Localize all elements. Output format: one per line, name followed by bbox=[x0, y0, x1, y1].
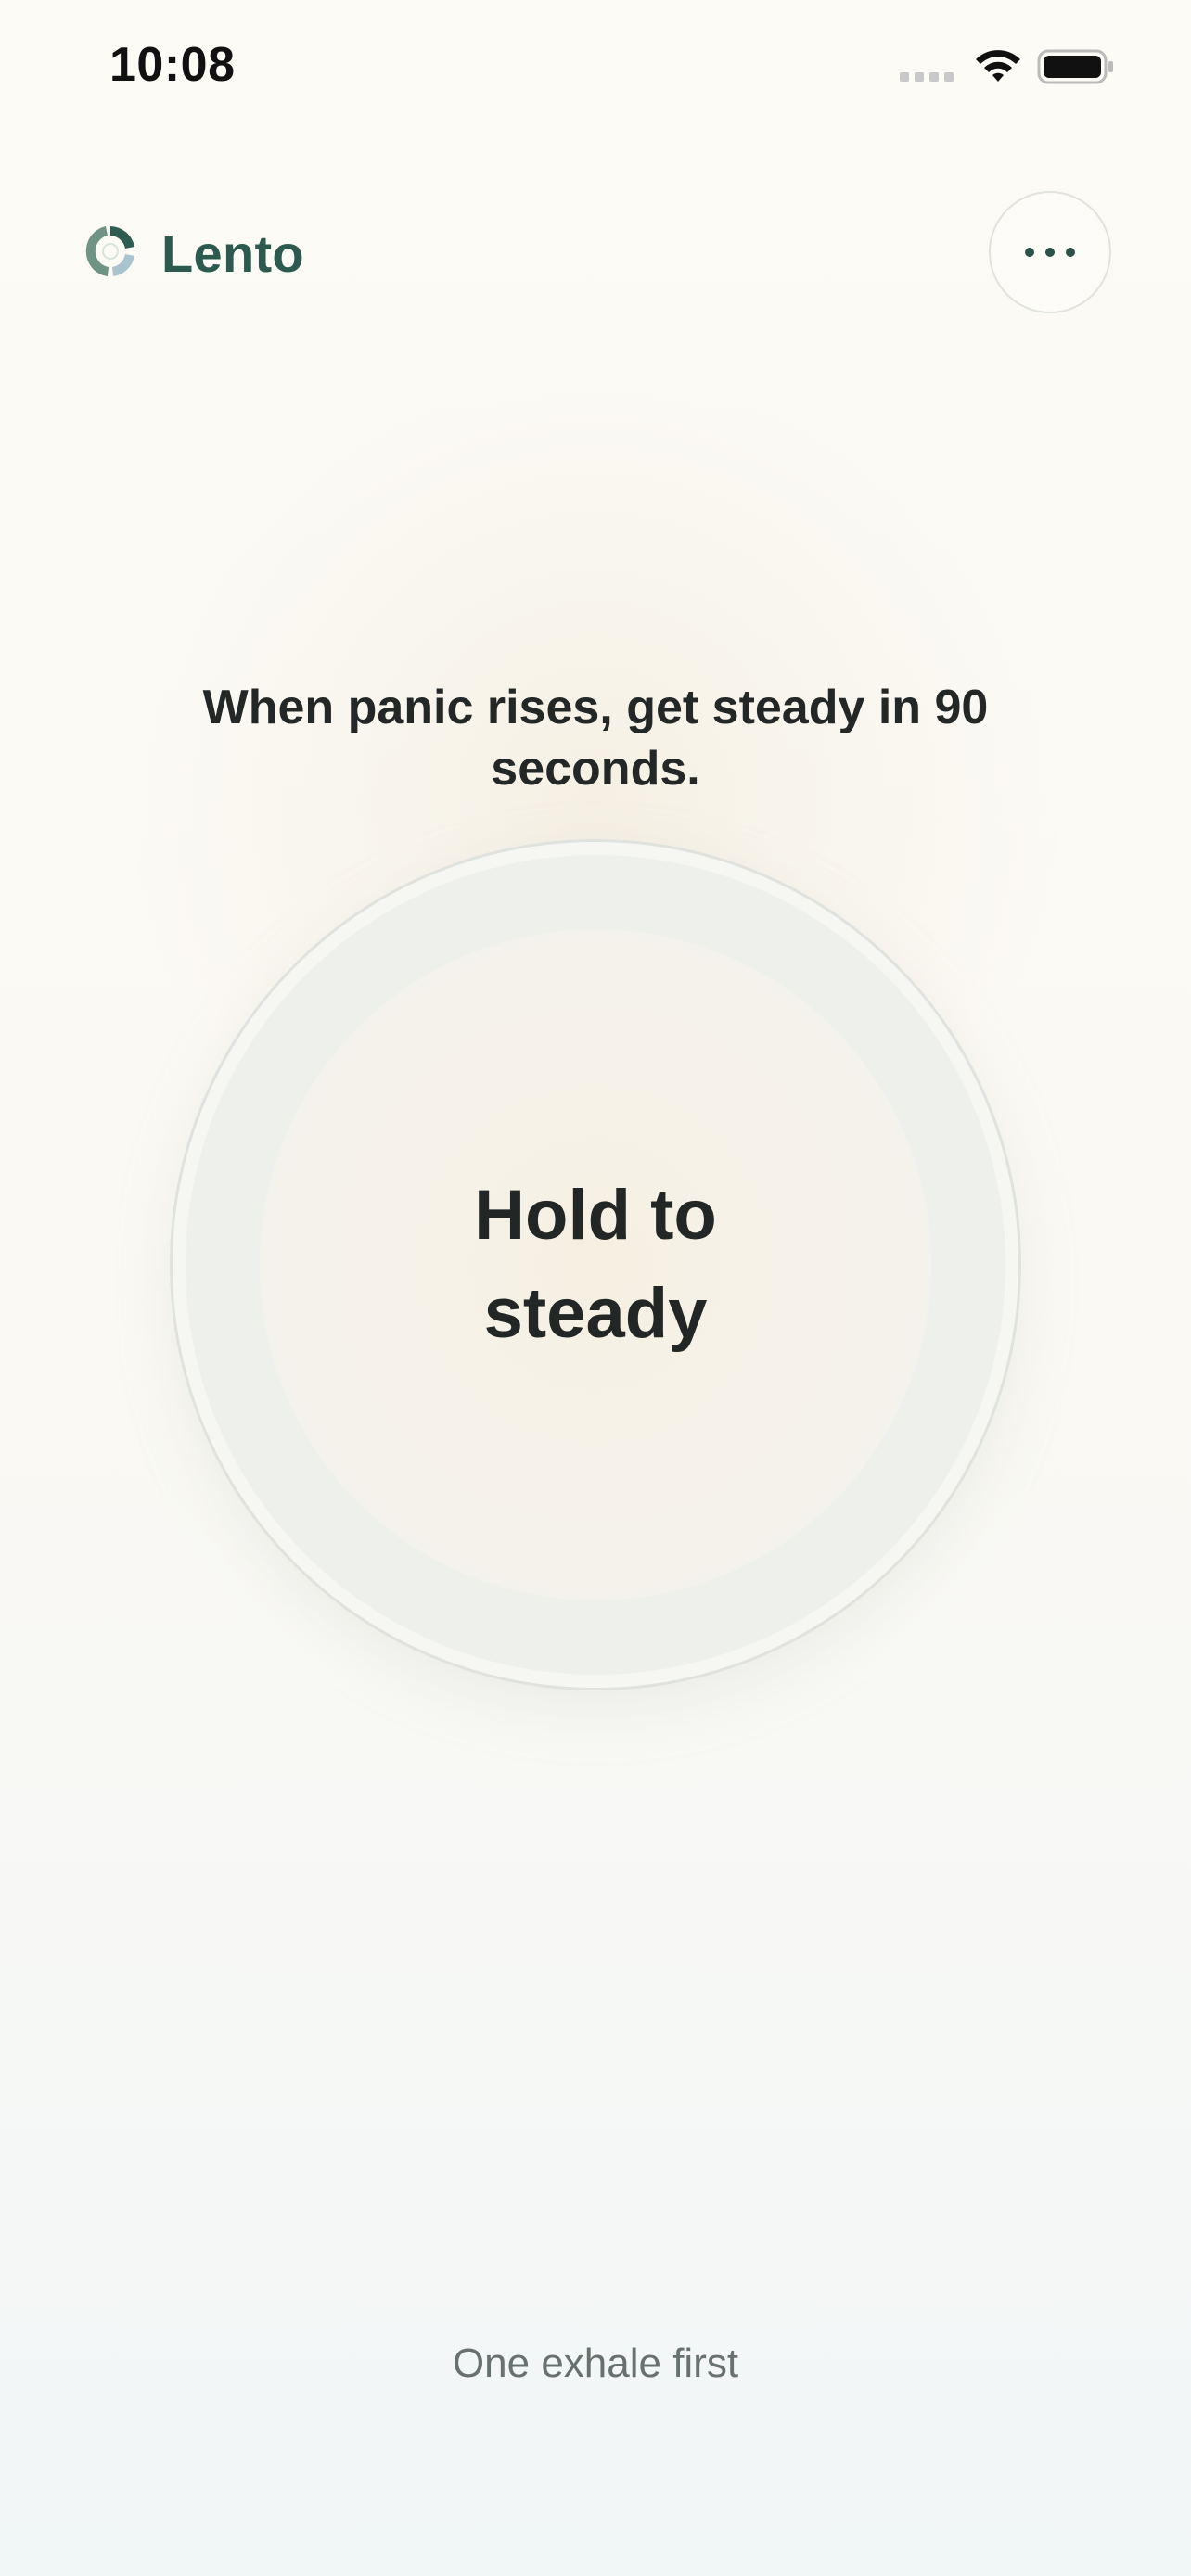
hold-button-core[interactable]: Hold to steady bbox=[260, 929, 931, 1600]
brand: Lento bbox=[80, 221, 304, 287]
app-screen: 10:08 Lento When panic rises, get steady… bbox=[0, 0, 1191, 2576]
hold-to-steady-button[interactable]: Hold to steady bbox=[170, 839, 1021, 1690]
tagline: When panic rises, get steady in 90 secon… bbox=[202, 681, 989, 796]
app-name: Lento bbox=[161, 224, 304, 283]
status-time: 10:08 bbox=[109, 38, 236, 92]
ellipsis-icon bbox=[1066, 248, 1075, 257]
battery-icon bbox=[1037, 48, 1115, 90]
lento-logo-icon bbox=[80, 221, 141, 287]
ellipsis-icon bbox=[1045, 248, 1055, 257]
cellular-signal-icon bbox=[900, 72, 954, 82]
wifi-icon bbox=[974, 48, 1022, 90]
exhale-hint: One exhale first bbox=[452, 2340, 739, 2386]
more-options-button[interactable] bbox=[989, 191, 1111, 313]
ellipsis-icon bbox=[1025, 248, 1034, 257]
hold-button-label: Hold to steady bbox=[474, 1176, 717, 1353]
